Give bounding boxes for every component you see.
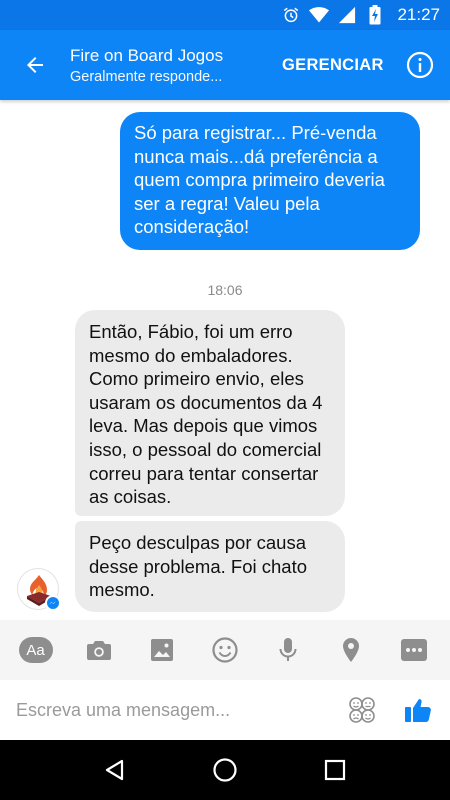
message-list[interactable]: Só para registrar... Pré-venda nunca mai…	[0, 100, 450, 620]
sticker-button[interactable]	[207, 632, 243, 668]
location-button[interactable]	[333, 632, 369, 668]
aa-label: Aa	[18, 637, 53, 663]
back-triangle-icon	[105, 759, 124, 781]
alarm-icon	[281, 5, 301, 25]
contact-name: Fire on Board Jogos	[70, 45, 224, 65]
image-icon	[150, 639, 173, 661]
conversation-header: Fire on Board Jogos Geralmente responde.…	[0, 30, 450, 100]
gallery-button[interactable]	[144, 632, 180, 668]
location-pin-icon	[343, 638, 360, 662]
camera-button[interactable]	[81, 632, 117, 668]
recents-square-icon	[324, 759, 346, 781]
smiley-icon	[212, 637, 238, 663]
nav-back-button[interactable]	[95, 750, 135, 790]
voice-button[interactable]	[270, 632, 306, 668]
emoji-faces-icon	[349, 697, 375, 723]
status-bar: 21:27	[0, 0, 450, 30]
incoming-message[interactable]: Peço desculpas por causa desse problema.…	[75, 521, 345, 612]
battery-charging-icon	[365, 5, 385, 25]
info-button[interactable]	[406, 51, 434, 79]
arrow-left-icon	[27, 57, 43, 73]
home-circle-icon	[213, 758, 237, 782]
composer-toolbar: Aa	[0, 620, 450, 680]
thumbs-up-icon	[405, 699, 431, 723]
incoming-message[interactable]: Então, Fábio, foi um erro mesmo do embal…	[75, 310, 345, 516]
message-input[interactable]	[0, 690, 344, 730]
nav-home-button[interactable]	[205, 750, 245, 790]
status-time: 21:27	[397, 5, 440, 24]
more-button[interactable]	[396, 632, 432, 668]
like-button[interactable]	[400, 692, 436, 728]
message-timestamp: 18:06	[207, 282, 243, 298]
avatar[interactable]	[17, 568, 61, 611]
messenger-badge-icon	[45, 595, 61, 611]
message-input-row	[0, 680, 450, 740]
outgoing-message[interactable]: Só para registrar... Pré-venda nunca mai…	[120, 112, 420, 250]
nav-recents-button[interactable]	[315, 750, 355, 790]
contact-response-status: Geralmente responde...	[70, 68, 223, 85]
wifi-icon	[309, 5, 330, 25]
signal-icon	[337, 5, 357, 25]
back-button[interactable]	[0, 30, 70, 100]
info-icon	[406, 51, 434, 79]
text-format-button[interactable]: Aa	[18, 632, 54, 668]
manage-button[interactable]: GERENCIAR	[282, 56, 384, 75]
system-navigation-bar	[0, 740, 450, 800]
emoji-button[interactable]	[344, 692, 380, 728]
mic-icon	[279, 638, 297, 661]
contact-title-area[interactable]: Fire on Board Jogos Geralmente responde.…	[70, 46, 260, 85]
camera-icon	[86, 641, 111, 660]
more-icon	[401, 639, 428, 661]
